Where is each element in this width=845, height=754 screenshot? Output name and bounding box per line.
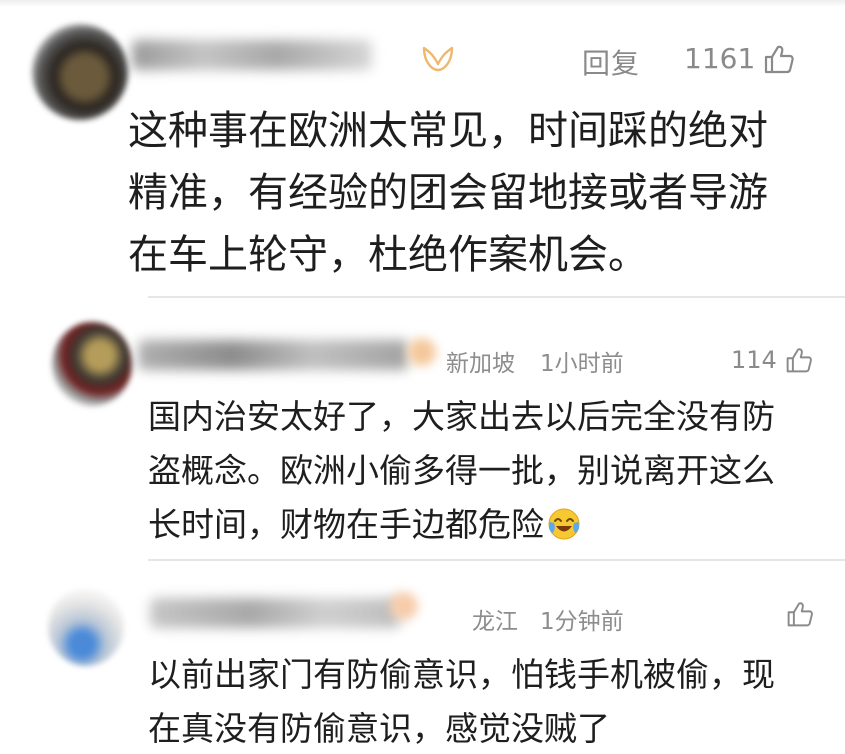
- avatar[interactable]: [32, 24, 128, 120]
- comment-body: 国内治安太好了，大家出去以后完全没有防 盗概念。欧洲小偷多得一批，别说离开这么 …: [148, 390, 838, 552]
- comment-line: 盗概念。欧洲小偷多得一批，别说离开这么: [148, 451, 775, 490]
- blurred-username[interactable]: [132, 40, 372, 70]
- comment-feed: 回复 1161 这种事在欧洲太常见，时间踩的绝对 精准，有经验的团会留地接或者导…: [0, 0, 845, 754]
- comment-location: 新加坡: [446, 351, 515, 377]
- vip-badge-icon: [422, 46, 454, 72]
- like-count: 1161: [684, 42, 756, 75]
- blurred-badge-icon: [390, 592, 418, 620]
- avatar[interactable]: [48, 588, 124, 666]
- like-button[interactable]: 114: [731, 346, 813, 374]
- thumbs-up-icon: [765, 45, 794, 73]
- comment-line: 长时间，财物在手边都危险: [148, 505, 544, 544]
- thumbs-up-icon: [787, 602, 813, 627]
- comment-line: 精准，有经验的团会留地接或者导游: [128, 170, 768, 216]
- thumbs-up-icon: [786, 348, 812, 373]
- like-button[interactable]: 1161: [684, 42, 795, 75]
- comment-body: 以前出家门有防偷意识，怕钱手机被偷，现 在真没有防偷意识，感觉没贼了: [148, 648, 838, 754]
- like-count: 114: [731, 346, 777, 374]
- comment-body: 这种事在欧洲太常见，时间踩的绝对 精准，有经验的团会留地接或者导游 在车上轮守，…: [128, 100, 828, 286]
- blurred-username[interactable]: [138, 340, 408, 370]
- crying-laughing-emoji-icon: [548, 508, 580, 540]
- comment-time: 1分钟前: [540, 609, 624, 635]
- comment-line: 在车上轮守，杜绝作案机会。: [128, 232, 648, 278]
- avatar[interactable]: [52, 322, 132, 406]
- comment-line-with-emoji: 长时间，财物在手边都危险: [148, 498, 838, 552]
- comment-line: 国内治安太好了，大家出去以后完全没有防: [148, 397, 775, 436]
- comment-location: 龙江: [472, 609, 518, 635]
- comment-line: 在真没有防偷意识，感觉没贼了: [148, 709, 610, 748]
- comment-divider: [148, 296, 845, 298]
- top-edge-shadow: [0, 0, 845, 7]
- comment-line: 这种事在欧洲太常见，时间踩的绝对: [128, 108, 768, 154]
- comment-line: 以前出家门有防偷意识，怕钱手机被偷，现: [148, 655, 775, 694]
- like-button[interactable]: [786, 600, 814, 628]
- blurred-badge-icon: [408, 338, 436, 366]
- reply-button[interactable]: 回复: [582, 42, 640, 82]
- comment-divider: [148, 559, 845, 561]
- comment-time: 1小时前: [540, 351, 624, 377]
- blurred-username[interactable]: [150, 598, 400, 628]
